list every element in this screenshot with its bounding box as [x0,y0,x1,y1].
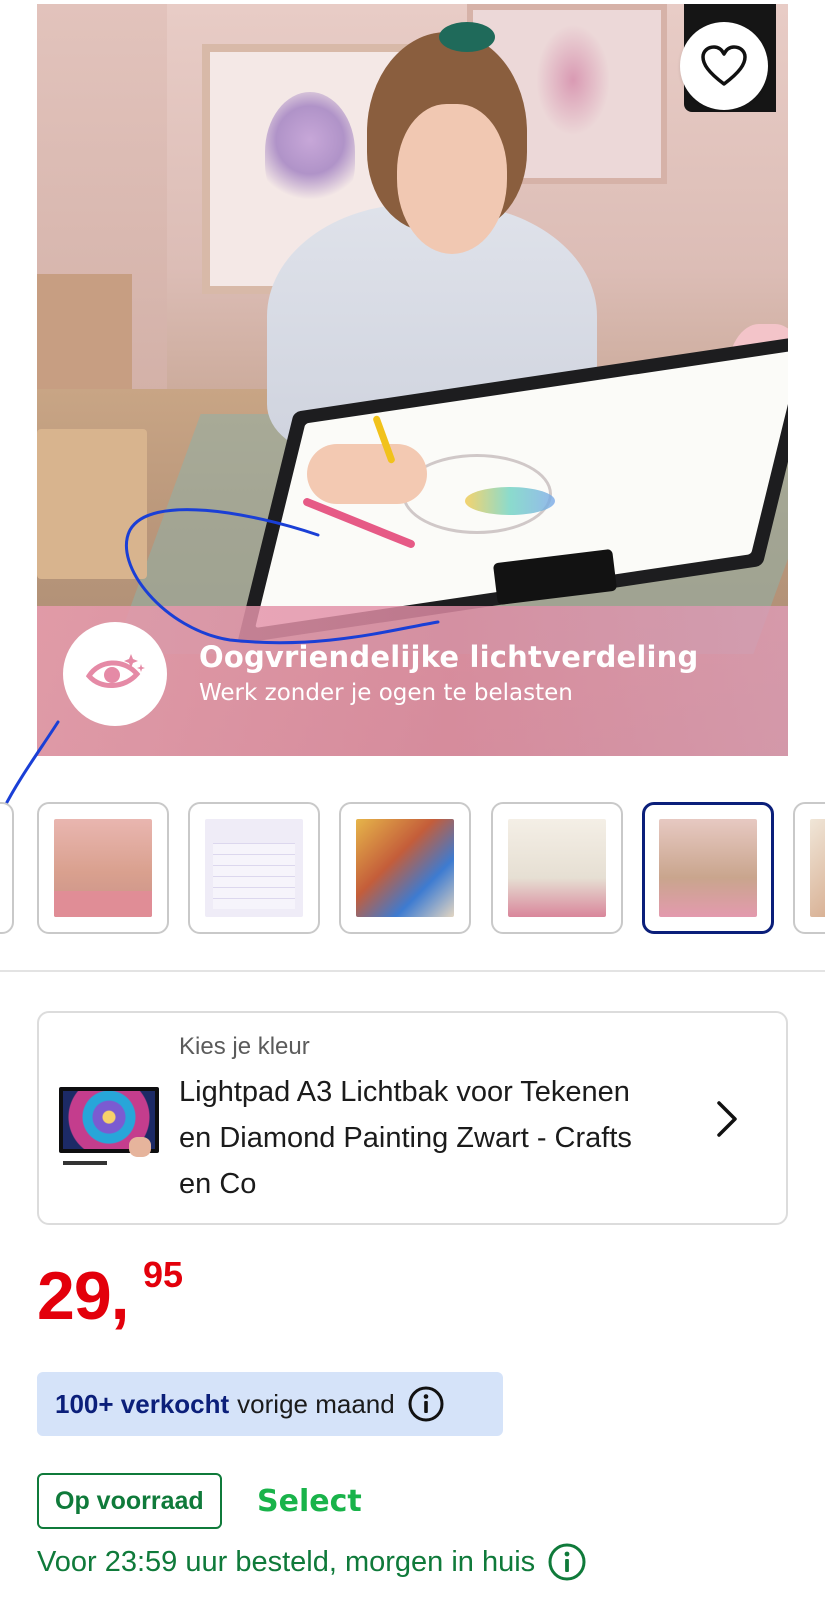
favorite-button[interactable] [680,22,768,110]
price-integer: 29 [37,1258,112,1334]
thumbnail[interactable] [37,802,169,934]
image-scrunchie [439,22,495,52]
image-girl-face [397,104,507,254]
thumbnail-carousel[interactable] [0,802,825,936]
stock-status-badge: Op voorraad [37,1473,222,1529]
select-program-label[interactable]: Select [257,1484,362,1519]
info-icon[interactable] [547,1542,587,1582]
variant-label: Kies je kleur [179,1033,310,1060]
thumbnail[interactable] [0,802,14,934]
eye-sparkle-icon [63,622,167,726]
delivery-promise: Voor 23:59 uur besteld, morgen in huis [37,1542,587,1582]
image-caption-title: Oogvriendelijke lichtverdeling [199,640,699,674]
price-separator: , [110,1258,130,1334]
thumbnail[interactable] [793,802,825,934]
image-caption-subtitle: Werk zonder je ogen te belasten [199,680,573,706]
chevron-right-icon [717,1101,737,1137]
price-decimals: 95 [143,1254,184,1295]
delivery-text: Voor 23:59 uur besteld, morgen in huis [37,1545,536,1578]
variant-title: Lightpad A3 Lichtbak voor Tekenen en Dia… [179,1076,632,1200]
info-icon[interactable] [407,1385,445,1423]
heart-outline-icon [701,45,747,86]
image-shelf [37,274,132,394]
thumbnail[interactable] [188,802,320,934]
image-girl-hand [307,444,427,504]
product-main-image[interactable]: Cr Oogvriendelijke lichtverdeling Werk z… [37,4,788,756]
thumbnail[interactable] [491,802,623,934]
thumbnail-active[interactable] [642,802,774,934]
thumbnail[interactable] [339,802,471,934]
section-divider [0,970,825,972]
sales-period: vorige maand [237,1388,395,1419]
product-price: 29, 95 [37,1254,183,1330]
sales-count: 100+ verkocht [55,1388,230,1419]
image-pencil-box [37,429,147,579]
variant-thumbnail [57,1071,161,1171]
color-variant-selector[interactable]: Kies je kleur Lightpad A3 Lichtbak voor … [37,1011,788,1225]
sales-badge: 100+ verkocht vorige maand [37,1372,503,1436]
